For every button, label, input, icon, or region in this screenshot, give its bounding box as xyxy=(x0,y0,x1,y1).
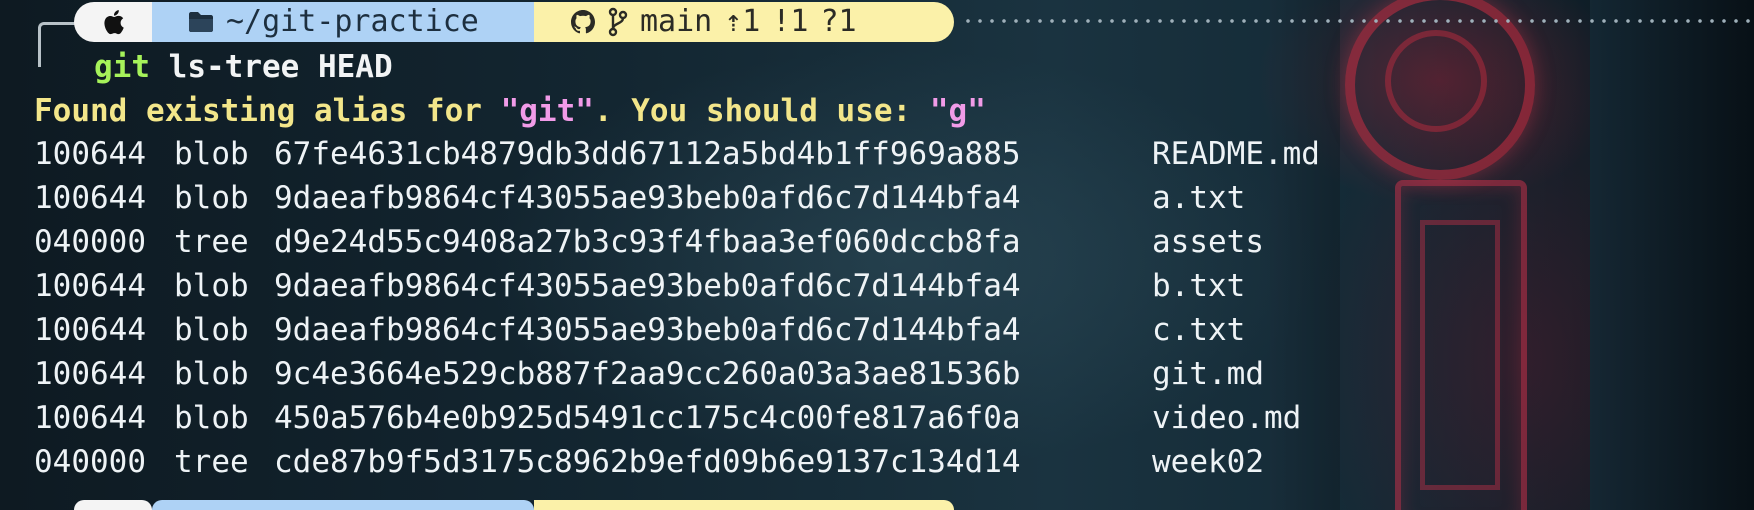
folder-icon xyxy=(188,11,214,33)
entry-mode: 040000 xyxy=(34,224,146,260)
entry-mode: 100644 xyxy=(34,312,146,348)
alias-target: "git" xyxy=(500,93,594,129)
tree-entry: 100644 blob 450a576b4e0b925d5491cc175c4c… xyxy=(34,396,1320,440)
alias-warning-middle: . You should use: xyxy=(593,93,930,129)
tree-entry: 040000 tree cde87b9f5d3175c8962b9efd09b6… xyxy=(34,440,1320,484)
entry-mode: 100644 xyxy=(34,268,146,304)
background-neon-sign xyxy=(1395,180,1527,510)
tree-entry: 040000 tree d9e24d55c9408a27b3c93f4fbaa3… xyxy=(34,220,1320,264)
entry-name: assets xyxy=(1152,224,1264,260)
entry-mode: 100644 xyxy=(34,400,146,436)
entry-type: blob xyxy=(174,180,249,216)
prompt-os-segment xyxy=(74,2,172,42)
entry-mode: 100644 xyxy=(34,356,146,392)
tree-entry: 100644 blob 9daeafb9864cf43055ae93beb0af… xyxy=(34,308,1320,352)
tree-entry: 100644 blob 9daeafb9864cf43055ae93beb0af… xyxy=(34,264,1320,308)
entry-type: blob xyxy=(174,400,249,436)
prompt-filler-dots xyxy=(962,19,1754,23)
tree-entry: 100644 blob 9c4e3664e529cb887f2aa9cc260a… xyxy=(34,352,1320,396)
git-branch-icon xyxy=(608,7,628,37)
entry-name: video.md xyxy=(1152,400,1302,436)
alias-warning: Found existing alias for "git". You shou… xyxy=(34,90,986,132)
tree-entry: 100644 blob 67fe4631cb4879db3dd67112a5bd… xyxy=(34,132,1320,176)
entry-type: tree xyxy=(174,444,249,480)
entry-hash: 450a576b4e0b925d5491cc175c4c00fe817a6f0a xyxy=(274,400,1021,436)
entry-hash: 9c4e3664e529cb887f2aa9cc260a03a3ae81536b xyxy=(274,356,1021,392)
background-neon-circle xyxy=(1345,0,1535,180)
git-branch-name: main xyxy=(640,4,713,39)
background-neon-circle-inner xyxy=(1385,30,1487,132)
entry-hash: 9daeafb9864cf43055ae93beb0afd6c7d144bfa4 xyxy=(274,180,1021,216)
git-untracked-count: ?1 xyxy=(820,4,857,39)
next-prompt-directory-segment xyxy=(152,500,534,510)
command-line: git ls-tree HEAD xyxy=(94,46,393,88)
prompt-directory-segment: ~/git-practice xyxy=(152,2,554,42)
entry-hash: 67fe4631cb4879db3dd67112a5bd4b1ff969a885 xyxy=(274,136,1021,172)
github-icon xyxy=(570,9,596,35)
entry-name: git.md xyxy=(1152,356,1264,392)
entry-mode: 040000 xyxy=(34,444,146,480)
entry-hash: 9daeafb9864cf43055ae93beb0afd6c7d144bfa4 xyxy=(274,268,1021,304)
entry-type: blob xyxy=(174,268,249,304)
background-neon-sign-inner xyxy=(1420,220,1500,490)
terminal-window[interactable]: ~/git-practice main ⇡1 !1 ?1 git ls-tree… xyxy=(0,0,1754,510)
entry-hash: cde87b9f5d3175c8962b9efd09b6e9137c134d14 xyxy=(274,444,1021,480)
command-args: ls-tree HEAD xyxy=(150,49,393,85)
entry-mode: 100644 xyxy=(34,136,146,172)
entry-type: tree xyxy=(174,224,249,260)
current-directory: ~/git-practice xyxy=(226,4,479,39)
entry-name: a.txt xyxy=(1152,180,1246,216)
tree-entry: 100644 blob 9daeafb9864cf43055ae93beb0af… xyxy=(34,176,1320,220)
background-building-right xyxy=(1590,0,1754,510)
next-prompt-git-segment xyxy=(534,500,954,510)
entry-hash: d9e24d55c9408a27b3c93f4fbaa3ef060dccb8fa xyxy=(274,224,1021,260)
entry-hash: 9daeafb9864cf43055ae93beb0afd6c7d144bfa4 xyxy=(274,312,1021,348)
entry-name: b.txt xyxy=(1152,268,1246,304)
apple-icon xyxy=(101,8,125,36)
entry-type: blob xyxy=(174,136,249,172)
prompt-git-segment: main ⇡1 !1 ?1 xyxy=(534,2,954,42)
command-program: git xyxy=(94,49,150,85)
git-ahead-count: ⇡1 xyxy=(724,4,761,39)
alias-warning-prefix: Found existing alias for xyxy=(34,93,501,129)
entry-type: blob xyxy=(174,356,249,392)
entry-name: week02 xyxy=(1152,444,1264,480)
entry-mode: 100644 xyxy=(34,180,146,216)
entry-name: c.txt xyxy=(1152,312,1246,348)
git-modified-count: !1 xyxy=(772,4,809,39)
entry-type: blob xyxy=(174,312,249,348)
entry-name: README.md xyxy=(1152,136,1320,172)
alias-suggestion: "g" xyxy=(929,93,986,129)
prompt-frame-corner xyxy=(38,22,77,67)
ls-tree-output: 100644 blob 67fe4631cb4879db3dd67112a5bd… xyxy=(34,132,1320,484)
next-prompt-os-segment xyxy=(74,500,152,510)
